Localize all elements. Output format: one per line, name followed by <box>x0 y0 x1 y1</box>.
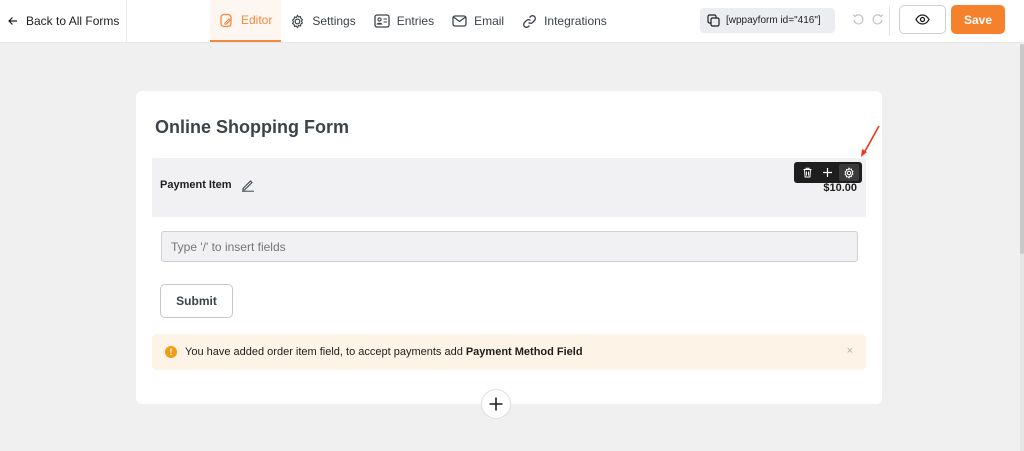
payment-item-label: Payment Item <box>160 179 232 191</box>
tab-integrations-label: Integrations <box>544 14 607 28</box>
payment-item-price: $10.00 <box>823 182 857 194</box>
notice-bold-text: Payment Method Field <box>465 346 583 358</box>
tab-entries[interactable]: Entries <box>365 0 443 42</box>
delete-block-button[interactable] <box>797 164 817 181</box>
submit-button[interactable]: Submit <box>160 284 233 318</box>
trash-icon <box>803 167 812 178</box>
form-title[interactable]: Online Shopping Form <box>155 117 349 138</box>
shortcode-copy-button[interactable]: [wppayform id="416"] <box>700 8 835 33</box>
add-block-button[interactable] <box>481 389 511 419</box>
payment-item-block[interactable]: Payment Item $10.00 <box>152 158 866 217</box>
tab-email-label: Email <box>474 14 505 28</box>
copy-icon <box>707 14 720 27</box>
preview-button[interactable] <box>899 5 946 34</box>
editor-tabs: Editor Settings Entries Email Integratio… <box>210 0 616 42</box>
insert-field-input[interactable]: Type '/' to insert fields <box>161 231 858 262</box>
add-after-button[interactable] <box>818 164 838 181</box>
gear-icon <box>844 166 854 179</box>
block-settings-button[interactable] <box>838 164 859 181</box>
plus-icon <box>489 397 503 411</box>
tab-integrations[interactable]: Integrations <box>513 0 616 42</box>
undo-redo-group <box>852 12 884 25</box>
mail-icon <box>452 15 467 27</box>
editor-icon <box>220 13 232 27</box>
block-toolbar <box>794 162 862 183</box>
tab-settings[interactable]: Settings <box>281 0 364 42</box>
plus-icon <box>823 168 833 177</box>
payment-method-notice: ! You have added order item field, to ac… <box>152 334 866 370</box>
form-canvas: Online Shopping Form Payment Item $10.00… <box>136 91 882 404</box>
toolbar-divider <box>889 6 890 36</box>
link-icon <box>523 14 537 28</box>
save-button[interactable]: Save <box>951 5 1005 34</box>
tab-entries-label: Entries <box>396 14 435 28</box>
undo-icon[interactable] <box>852 12 865 25</box>
notice-text: You have added order item field, to acce… <box>185 346 463 358</box>
gear-icon <box>292 13 304 29</box>
tab-editor-label: Editor <box>241 13 273 27</box>
warning-icon: ! <box>165 346 177 358</box>
tab-settings-label: Settings <box>312 14 356 28</box>
annotation-arrow-icon <box>861 125 880 157</box>
tab-editor[interactable]: Editor <box>210 0 282 42</box>
top-toolbar: Back to All Forms Editor Settings Entrie… <box>0 0 1024 43</box>
arrow-left-icon <box>8 17 17 25</box>
payment-item-label-row: Payment Item <box>160 178 255 192</box>
tab-email[interactable]: Email <box>443 0 513 42</box>
entries-icon <box>374 14 390 28</box>
pencil-icon[interactable] <box>241 178 255 192</box>
eye-icon <box>915 14 930 25</box>
back-label: Back to All Forms <box>26 14 120 28</box>
scrollbar-thumb[interactable] <box>1020 44 1024 254</box>
back-to-forms-link[interactable]: Back to All Forms <box>0 0 127 42</box>
close-icon[interactable]: × <box>847 345 853 357</box>
redo-icon[interactable] <box>871 12 884 25</box>
shortcode-text: [wppayform id="416"] <box>726 15 821 26</box>
